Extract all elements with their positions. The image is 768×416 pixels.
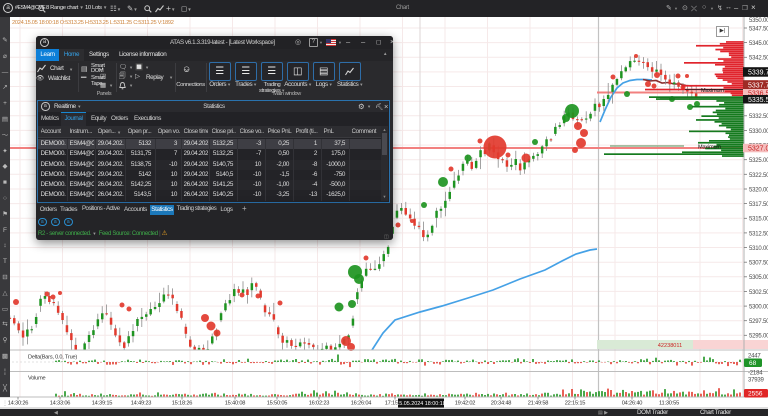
svg-text:Maximum: Maximum — [701, 88, 724, 94]
svg-text:16:26:04: 16:26:04 — [351, 401, 372, 407]
svg-text:5317.50: 5317.50 — [749, 202, 768, 208]
svg-text:5339.75: 5339.75 — [748, 70, 768, 77]
svg-text:04:26:40: 04:26:40 — [622, 401, 643, 407]
svg-text:68: 68 — [749, 360, 757, 367]
svg-text:5345.00: 5345.00 — [749, 41, 768, 47]
svg-text:15.05.2024 18:00:18: 15.05.2024 18:00:18 — [396, 401, 445, 407]
svg-text:14:39:15: 14:39:15 — [92, 401, 113, 407]
svg-text:5332.50: 5332.50 — [749, 114, 768, 120]
svg-text:22:15:15: 22:15:15 — [565, 401, 586, 407]
svg-text:5302.50: 5302.50 — [749, 290, 768, 296]
svg-text:2556: 2556 — [748, 391, 763, 398]
svg-text:5305.00: 5305.00 — [749, 275, 768, 281]
svg-text:20:34:48: 20:34:48 — [491, 401, 512, 407]
svg-text:5310.00: 5310.00 — [749, 246, 768, 252]
svg-text:19:42:02: 19:42:02 — [455, 401, 476, 407]
svg-text:14:30:26: 14:30:26 — [8, 401, 29, 407]
svg-text:5337.78: 5337.78 — [748, 83, 768, 90]
svg-text:11:30:55: 11:30:55 — [659, 401, 679, 407]
svg-text:5327.00: 5327.00 — [748, 146, 768, 153]
svg-text:5325.00: 5325.00 — [749, 158, 768, 164]
svg-text:5312.50: 5312.50 — [749, 231, 768, 237]
svg-text:5342.50: 5342.50 — [749, 56, 768, 62]
svg-text:15:40:08: 15:40:08 — [225, 401, 246, 407]
svg-text:Volume: Volume — [28, 376, 46, 382]
svg-text:Delta(Bars, 0.0, True): Delta(Bars, 0.0, True) — [28, 355, 77, 361]
svg-text:21:49:58: 21:49:58 — [528, 401, 549, 407]
svg-text:5350.00: 5350.00 — [749, 18, 768, 24]
svg-text:5335.50: 5335.50 — [748, 97, 768, 104]
svg-text:Maximum: Maximum — [698, 145, 721, 151]
svg-text:5315.00: 5315.00 — [749, 217, 768, 223]
svg-text:5297.50: 5297.50 — [749, 319, 768, 325]
svg-text:5347.50: 5347.50 — [749, 26, 768, 32]
svg-text:-2184: -2184 — [748, 371, 763, 377]
svg-text:15:18:26: 15:18:26 — [172, 401, 193, 407]
svg-text:37939: 37939 — [748, 378, 765, 384]
svg-text:5322.50: 5322.50 — [749, 173, 768, 179]
svg-text:5320.00: 5320.00 — [749, 187, 768, 193]
svg-text:5307.50: 5307.50 — [749, 261, 768, 267]
svg-text:5295.00: 5295.00 — [749, 334, 768, 340]
svg-text:5300.00: 5300.00 — [749, 305, 768, 311]
svg-text:14:49:23: 14:49:23 — [131, 401, 152, 407]
svg-text:15:50:05: 15:50:05 — [267, 401, 288, 407]
svg-text:14:33:06: 14:33:06 — [50, 401, 71, 407]
svg-text:16:02:23: 16:02:23 — [309, 401, 330, 407]
svg-text:42238011: 42238011 — [658, 343, 682, 349]
svg-text:5330.00: 5330.00 — [749, 129, 768, 135]
